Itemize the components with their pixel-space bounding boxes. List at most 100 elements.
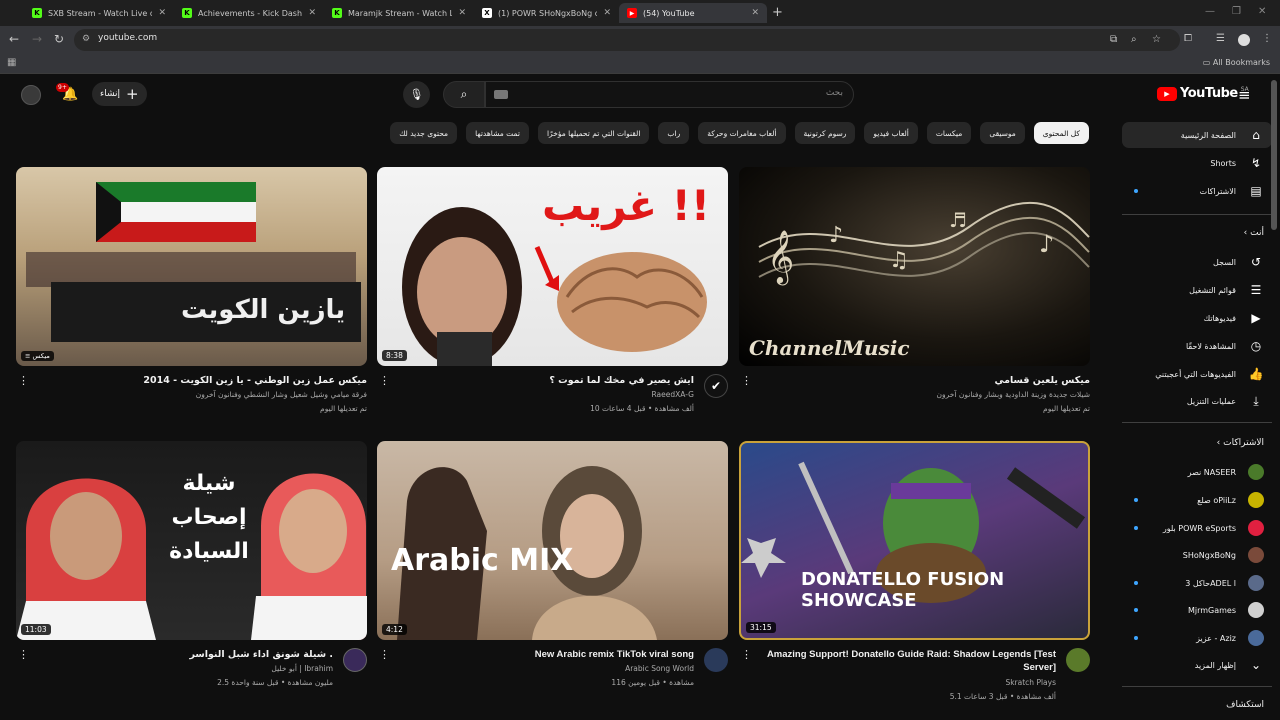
chip[interactable]: ألعاب فيديو [864, 122, 918, 144]
chip[interactable]: راب [658, 122, 690, 144]
video-thumbnail[interactable]: يازين الكويت ≡ ميكس [16, 167, 367, 366]
video-thumbnail[interactable]: غريب !! 8:38 [377, 167, 728, 366]
new-tab-button[interactable]: + [772, 5, 783, 20]
video-card[interactable]: شيلة إصحاب السيادة 11:03 ⋮ شيلة شونق ادا… [16, 441, 367, 718]
video-title[interactable]: ميكس يلعين قسامي [770, 374, 1090, 387]
channel-avatar[interactable]: ✔ [704, 374, 728, 398]
video-title[interactable]: شيلة شونق اداء شبل النواسر . [43, 648, 333, 661]
video-title[interactable]: ميكس عمل زين الوطني - يا زين الكويت - 20… [47, 374, 367, 387]
create-button[interactable]: إنشاء + [92, 82, 147, 106]
chip-all[interactable]: كل المحتوى [1033, 122, 1089, 144]
search-input[interactable]: بحث [485, 81, 854, 108]
channel-avatar[interactable] [704, 648, 728, 672]
browser-tab[interactable]: K SXB Stream - Watch Live on Kick ✕ [24, 3, 174, 23]
all-bookmarks-link[interactable]: ▭ All Bookmarks [1203, 58, 1270, 67]
more-options-icon[interactable]: ⋮ [379, 648, 390, 661]
minimize-icon[interactable]: — [1205, 6, 1215, 17]
install-icon[interactable]: ⧉ [1110, 34, 1117, 45]
subscriptions-section-header[interactable]: ‹ الاشتراكات [1122, 438, 1272, 448]
chip[interactable]: ميكسات [926, 122, 972, 144]
sidebar-item-home[interactable]: الصفحة الرئيسية ⌂ [1122, 122, 1272, 148]
chip[interactable]: ألعاب مغامرات وحركة [698, 122, 786, 144]
channel-name[interactable]: Skratch Plays [766, 678, 1056, 687]
browser-tab[interactable]: K Maramjk Stream - Watch Live on Kick ✕ [324, 3, 474, 23]
sidebar-item-subscription[interactable]: بلور POWR eSports [1122, 515, 1272, 541]
zoom-icon[interactable]: ⌕ [1131, 34, 1137, 45]
apps-grid-icon[interactable]: ▦ [7, 57, 16, 68]
video-card[interactable]: غريب !! 8:38 ⋮ ايش يصير في مخك لما تموت … [377, 167, 728, 444]
close-icon[interactable]: ✕ [603, 8, 611, 18]
more-options-icon[interactable]: ⋮ [379, 374, 390, 387]
chip[interactable]: تمت مشاهدتها [466, 122, 529, 144]
channel-name[interactable]: Arabic Song World [404, 664, 694, 673]
chip[interactable]: القنوات التي تم تحميلها مؤخرًا [537, 122, 650, 144]
channel-avatar[interactable] [343, 648, 367, 672]
sidebar-item-shorts[interactable]: Shorts ↯ [1122, 150, 1272, 176]
sidebar-item-history[interactable]: السجل ↺ [1122, 249, 1272, 275]
video-thumbnail[interactable]: DONATELLO FUSION SHOWCASE 31:15 [739, 441, 1090, 640]
sidebar-item-liked[interactable]: الفيديوهات التي أعجبتني 👍 [1122, 361, 1272, 387]
video-thumbnail[interactable]: شيلة إصحاب السيادة 11:03 [16, 441, 367, 640]
reload-icon[interactable]: ↻ [54, 32, 64, 46]
sidebar-item-playlists[interactable]: قوائم التشغيل ☰ [1122, 277, 1272, 303]
menu-kebab-icon[interactable]: ⋮ [1262, 33, 1272, 44]
video-title[interactable]: New Arabic remix TikTok viral song [404, 648, 694, 661]
sidebar-item-downloads[interactable]: عمليات التنزيل ⤓ [1122, 388, 1272, 414]
close-icon[interactable]: ✕ [158, 8, 166, 18]
close-icon[interactable]: ✕ [751, 8, 759, 18]
sidebar-item-subscription[interactable]: نصر NASEER [1122, 459, 1272, 485]
maximize-icon[interactable]: ❐ [1232, 6, 1241, 17]
more-options-icon[interactable]: ⋮ [18, 648, 29, 661]
video-title[interactable]: ايش يصير في مخك لما تموت ؟ [404, 374, 694, 387]
voice-search-button[interactable]: 🎙 [403, 81, 430, 108]
sidebar-item-your-videos[interactable]: فيديوهاتك ▶ [1122, 305, 1272, 331]
close-icon[interactable]: ✕ [308, 8, 316, 18]
sidebar-item-subscription[interactable]: MjrmGames [1122, 597, 1272, 623]
chip[interactable]: محتوى جديد لك [390, 122, 458, 144]
channel-name[interactable]: فرقة ميامي وشيل شعيل وشار النشطي وفنانون… [47, 390, 367, 399]
notifications-button[interactable]: 🔔 9+ [56, 83, 78, 102]
scrollbar[interactable] [1271, 80, 1277, 230]
more-options-icon[interactable]: ⋮ [741, 648, 752, 661]
avatar[interactable] [21, 85, 41, 105]
video-title[interactable]: Amazing Support! Donatello Guide Raid: S… [766, 648, 1056, 674]
close-window-icon[interactable]: ✕ [1258, 6, 1266, 17]
close-icon[interactable]: ✕ [458, 8, 466, 18]
back-icon[interactable]: ← [9, 32, 19, 46]
bookmark-star-icon[interactable]: ☆ [1152, 34, 1161, 45]
channel-name[interactable]: شيلات جديدة وزينة الداودية وبشار وفنانون… [770, 390, 1090, 399]
channel-name[interactable]: أبو خليل | Ibrahim [43, 664, 333, 673]
channel-name[interactable]: RaeedXA-G [404, 390, 694, 399]
extensions-icon[interactable]: ⧠ [1184, 33, 1192, 44]
video-card[interactable]: DONATELLO FUSION SHOWCASE 31:15 ⋮ Amazin… [739, 441, 1090, 718]
video-thumbnail[interactable]: Arabic MIX 4:12 [377, 441, 728, 640]
video-thumbnail[interactable]: 𝄞 ♪ ♫ ♬ ♪ ChannelMusic [739, 167, 1090, 366]
browser-tab[interactable]: X (1) POWR SHoNgxBoNg on X ✕ [474, 3, 619, 23]
chip[interactable]: موسيقى [980, 122, 1025, 144]
video-card[interactable]: 𝄞 ♪ ♫ ♬ ♪ ChannelMusic ⋮ ميكس يلعين قسام… [739, 167, 1090, 444]
video-card[interactable]: يازين الكويت ≡ ميكس ⋮ ميكس عمل زين الوطن… [16, 167, 367, 444]
browser-tab[interactable]: K Achievements - Kick Dashboard ✕ [174, 3, 324, 23]
you-section-header[interactable]: ‹ أنت [1122, 228, 1272, 238]
media-icon[interactable]: ☰ [1216, 33, 1225, 44]
sidebar-item-subscription[interactable]: حاكل 3ADEL l [1122, 570, 1272, 596]
sidebar-item-subscription[interactable]: عزيز - Aziz [1122, 625, 1272, 651]
youtube-logo[interactable]: ▶ YouTube SA [1157, 86, 1249, 101]
more-options-icon[interactable]: ⋮ [741, 374, 752, 387]
search-button[interactable]: ⌕ [443, 81, 485, 108]
forward-icon[interactable]: → [32, 32, 42, 46]
sidebar-item-subscription[interactable]: SHoNgxBoNg [1122, 542, 1272, 568]
chip[interactable]: رسوم كرتونية [794, 122, 856, 144]
channel-avatar[interactable] [1066, 648, 1090, 672]
keyboard-icon[interactable] [494, 90, 508, 99]
video-card[interactable]: Arabic MIX 4:12 ⋮ New Arabic remix TikTo… [377, 441, 728, 718]
show-more-button[interactable]: إظهار المزيد ⌄ [1122, 652, 1272, 678]
more-options-icon[interactable]: ⋮ [18, 374, 29, 387]
sidebar-item-subscriptions[interactable]: الاشتراكات ▤ [1122, 178, 1272, 204]
site-info-icon[interactable]: ⚙ [82, 34, 90, 44]
address-bar[interactable]: ⚙ youtube.com ⧉ ⌕ ☆ [74, 29, 1180, 51]
sidebar-item-watch-later[interactable]: المشاهدة لاحقًا ◷ [1122, 333, 1272, 359]
browser-tab-active[interactable]: ▶ (54) YouTube ✕ [619, 3, 767, 23]
profile-avatar[interactable] [1238, 34, 1250, 46]
sidebar-item-subscription[interactable]: صلع oPiiLz [1122, 487, 1272, 513]
